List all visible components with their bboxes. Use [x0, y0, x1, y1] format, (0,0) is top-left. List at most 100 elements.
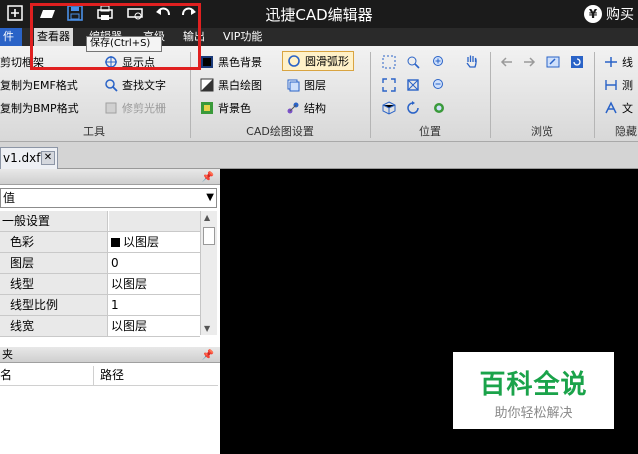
buy-label: 购买: [606, 7, 634, 23]
tab-file[interactable]: 件: [0, 28, 22, 46]
property-category[interactable]: 一般设置: [0, 211, 200, 232]
property-key: 图层: [0, 253, 108, 273]
group-label-hide: 隐藏: [615, 125, 637, 138]
layers-icon: [287, 79, 300, 92]
combo-value: 值: [3, 191, 16, 205]
copy-bmp-button[interactable]: 复制为BMP格式: [0, 98, 79, 118]
refresh-view-icon[interactable]: [570, 55, 584, 69]
property-value-text: 以图层: [123, 235, 160, 249]
pin-icon[interactable]: 📌: [202, 170, 214, 185]
group-label-position: 位置: [419, 125, 441, 138]
layers-label: 图层: [304, 79, 326, 92]
category-value: [109, 211, 200, 231]
property-key: 线型: [0, 274, 108, 294]
browse-window-icon[interactable]: [546, 55, 560, 69]
hide-measure-label: 测: [622, 79, 633, 92]
group-label-cad-settings: CAD绘图设置: [246, 125, 314, 138]
property-row[interactable]: 线型比例 1: [0, 295, 200, 316]
hide-line-button[interactable]: 线: [604, 52, 633, 72]
chevron-down-icon: ▼: [206, 192, 214, 203]
group-divider: [370, 52, 371, 138]
property-value[interactable]: 以图层: [109, 274, 147, 294]
fit-window-icon[interactable]: [382, 78, 396, 92]
zoom-in-icon[interactable]: [432, 55, 446, 69]
property-scrollbar[interactable]: ▲ ▼: [200, 211, 217, 335]
hide-measure-button[interactable]: 测: [604, 75, 633, 95]
rotate-view-icon[interactable]: [406, 101, 420, 115]
highlight-box: [30, 3, 201, 70]
layers-button[interactable]: 图层: [286, 75, 326, 95]
file-list-header: 名 路径: [0, 366, 218, 386]
property-row[interactable]: 图层 0: [0, 253, 200, 274]
zoom-extents-icon[interactable]: [406, 55, 420, 69]
bw-drawing-button[interactable]: 黑白绘图: [200, 75, 262, 95]
properties-combo[interactable]: 值 ▼: [0, 188, 217, 208]
line-icon: [605, 57, 617, 67]
find-text-button[interactable]: 查找文字: [104, 75, 166, 95]
column-name[interactable]: 名: [0, 366, 94, 385]
pan-hand-icon[interactable]: [464, 53, 480, 69]
group-label-browse: 浏览: [531, 125, 553, 138]
property-grid: 一般设置 色彩 以图层 图层 0 线型 以图层 线型比例 1 线宽 以图层: [0, 211, 200, 337]
property-key: 色彩: [0, 232, 108, 252]
zoom-window-icon[interactable]: [382, 55, 396, 69]
bw-drawing-label: 黑白绘图: [218, 79, 262, 92]
zoom-out-icon[interactable]: [432, 78, 446, 92]
property-value[interactable]: 以图层: [109, 316, 147, 336]
property-value[interactable]: 0: [109, 253, 119, 273]
property-row[interactable]: 色彩 以图层: [0, 232, 200, 253]
hide-text-label: 文: [622, 102, 633, 115]
buy-button[interactable]: ¥ 购买: [584, 4, 634, 24]
bg-color-icon: [201, 102, 213, 114]
hide-text-button[interactable]: 文: [604, 98, 633, 118]
scrollbar-thumb[interactable]: [203, 227, 215, 245]
property-value[interactable]: 1: [109, 295, 119, 315]
trim-raster-label: 修剪光栅: [122, 102, 166, 115]
document-tab[interactable]: v1.dxf ✕: [0, 147, 58, 169]
watermark: 百科全说 助你轻松解决: [453, 352, 614, 429]
copy-emf-label: 复制为EMF格式: [0, 79, 78, 92]
pin-icon[interactable]: 📌: [202, 348, 214, 363]
structure-label: 结构: [304, 102, 326, 115]
view-3d-icon[interactable]: [382, 101, 396, 115]
document-tab-strip: v1.dxf ✕: [0, 142, 638, 169]
scroll-down-icon[interactable]: ▼: [204, 324, 210, 333]
bw-drawing-icon: [200, 78, 214, 92]
black-bg-button[interactable]: 黑色背景: [200, 52, 262, 72]
property-key: 线型比例: [0, 295, 108, 315]
files-header: 夹 📌: [0, 347, 220, 363]
category-label: 一般设置: [0, 211, 108, 231]
property-key: 线宽: [0, 316, 108, 336]
fit-all-icon[interactable]: [406, 78, 420, 92]
smooth-arc-icon: [288, 55, 300, 67]
trim-raster-button[interactable]: 修剪光栅: [104, 98, 166, 118]
property-row[interactable]: 线型 以图层: [0, 274, 200, 295]
color-swatch: [111, 238, 120, 247]
structure-button[interactable]: 结构: [286, 98, 326, 118]
black-bg-icon: [201, 56, 213, 68]
properties-header: 📌: [0, 169, 220, 185]
scroll-up-icon[interactable]: ▲: [204, 213, 210, 222]
bg-color-label: 背景色: [218, 102, 251, 115]
zoom-realtime-icon[interactable]: [432, 101, 446, 115]
smooth-arc-button[interactable]: 圆滑弧形: [282, 51, 354, 71]
document-tab-label: v1.dxf: [3, 151, 41, 165]
forward-arrow-icon[interactable]: [522, 55, 536, 69]
bg-color-button[interactable]: 背景色: [200, 98, 251, 118]
property-row[interactable]: 线宽 以图层: [0, 316, 200, 337]
measure-icon: [605, 80, 617, 90]
close-icon[interactable]: ✕: [41, 151, 55, 165]
column-path[interactable]: 路径: [100, 366, 124, 385]
tab-vip[interactable]: VIP功能: [220, 28, 265, 46]
property-value[interactable]: 以图层: [109, 232, 159, 252]
black-bg-label: 黑色背景: [218, 56, 262, 69]
copy-bmp-label: 复制为BMP格式: [0, 102, 79, 115]
group-label-tools: 工具: [83, 125, 105, 138]
files-header-label: 夹: [2, 348, 13, 361]
watermark-title: 百科全说: [479, 370, 588, 400]
smooth-arc-label: 圆滑弧形: [305, 55, 349, 68]
text-icon: [605, 101, 617, 114]
find-text-label: 查找文字: [122, 79, 166, 92]
copy-emf-button[interactable]: 复制为EMF格式: [0, 75, 78, 95]
back-arrow-icon[interactable]: [500, 55, 514, 69]
